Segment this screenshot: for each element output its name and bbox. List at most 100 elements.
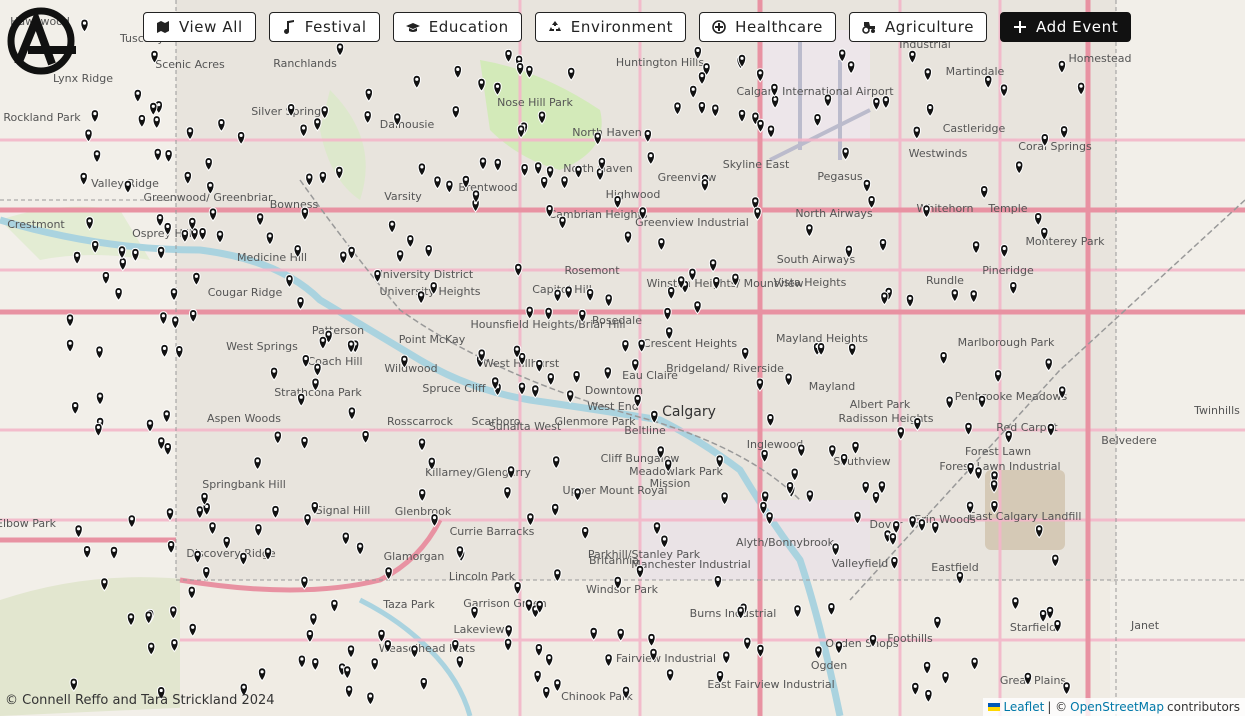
neighbourhood-label: Alyth/Bonnybrook — [736, 536, 835, 549]
add-event-label: Add Event — [1036, 18, 1119, 36]
neighbourhood-label: Monterey Park — [1025, 235, 1105, 248]
neighbourhood-label: Pineridge — [982, 264, 1034, 277]
neighbourhood-label: North Airways — [795, 207, 873, 220]
neighbourhood-label: Strathcona Park — [274, 386, 362, 399]
neighbourhood-label: Killarney/Glengarry — [425, 466, 531, 479]
neighbourhood-label: West End — [587, 400, 638, 413]
recycle-icon — [548, 21, 561, 31]
neighbourhood-label: West Springs — [226, 340, 298, 353]
education-button[interactable]: Education — [392, 12, 522, 42]
neighbourhood-label: Castleridge — [943, 122, 1006, 135]
neighbourhood-label: Burns Industrial — [690, 607, 777, 620]
neighbourhood-label: Meadowlark Park — [629, 465, 723, 478]
neighbourhood-label: Martindale — [946, 65, 1005, 78]
neighbourhood-label: Elbow Park — [0, 517, 57, 530]
neighbourhood-label: Rosedale — [592, 314, 642, 327]
ukraine-flag-icon — [988, 703, 1001, 711]
category-toolbar: View All Festival Education Environment … — [143, 12, 1132, 42]
neighbourhood-label: Glamorgan — [384, 550, 445, 563]
neighbourhood-label: Huntington Hills — [616, 56, 704, 69]
neighbourhood-label: Starfield — [1010, 621, 1056, 634]
neighbourhood-label: Crestmont — [7, 218, 65, 231]
map-attribution: Leaflet | © OpenStreetMap contributors — [983, 698, 1245, 716]
neighbourhood-label: South Airways — [777, 253, 856, 266]
neighbourhood-label: Bridgeland/ Riverside — [666, 362, 784, 375]
neighbourhood-label: Homestead — [1068, 52, 1131, 65]
plus-icon — [1014, 21, 1027, 33]
neighbourhood-label: Eastfield — [931, 561, 978, 574]
neighbourhood-label: Scenic Acres — [155, 58, 225, 71]
neighbourhood-label: Albert Park — [850, 398, 911, 411]
neighbourhood-label: Signal Hill — [316, 504, 371, 517]
neighbourhood-label: Crescent Heights — [643, 337, 737, 350]
environment-button[interactable]: Environment — [534, 12, 687, 42]
neighbourhood-label: Taza Park — [382, 598, 435, 611]
neighbourhood-label: Valleyfield — [832, 557, 889, 570]
neighbourhood-label: Janet — [1130, 619, 1160, 632]
site-logo[interactable] — [6, 6, 76, 76]
neighbourhood-label: Bowness — [270, 198, 319, 211]
contributors-text: contributors — [1167, 700, 1240, 714]
neighbourhood-label: Glenbrook — [395, 505, 452, 518]
music-note-icon — [283, 20, 294, 34]
neighbourhood-label: Greenview Industrial — [635, 216, 749, 229]
neighbourhood-label: Inglewood — [747, 438, 803, 451]
map[interactable]: HawkwoodScenic Acres Ranchlands Huntington… — [0, 0, 1245, 716]
neighbourhood-label: Nose Hill Park — [497, 96, 573, 109]
neighbourhood-label: Belvedere — [1101, 434, 1157, 447]
festival-label: Festival — [304, 18, 367, 36]
add-event-button[interactable]: Add Event — [1000, 12, 1132, 42]
neighbourhood-label: Varsity — [384, 190, 422, 203]
neighbourhood-label: Forest Lawn Industrial — [939, 460, 1060, 473]
leaflet-link[interactable]: Leaflet — [1003, 700, 1044, 714]
credit-text: © Connell Reffo and Tara Strickland 2024 — [5, 693, 275, 708]
attribution-separator: | © — [1047, 700, 1068, 714]
neighbourhood-label: Calgary International Airport — [736, 85, 894, 98]
neighbourhood-label: Wildwood — [384, 362, 437, 375]
graduation-cap-icon — [405, 23, 420, 32]
neighbourhood-label: Marlborough Park — [958, 336, 1055, 349]
osm-link[interactable]: OpenStreetMap — [1070, 700, 1164, 714]
neighbourhood-label: Cougar Ridge — [208, 286, 283, 299]
neighbourhood-label: Rundle — [926, 274, 964, 287]
neighbourhood-label: Eau Claire — [622, 369, 678, 382]
medical-icon — [712, 20, 726, 34]
view-all-button[interactable]: View All — [143, 12, 256, 42]
neighbourhood-label: Penbrooke Meadows — [955, 390, 1068, 403]
neighbourhood-label: Spruce Cliff — [422, 382, 486, 395]
neighbourhood-label: Forest Lawn — [965, 445, 1031, 458]
neighbourhood-label: Patterson — [312, 324, 364, 337]
neighbourhood-label: Weaselhead Flats — [379, 642, 476, 655]
neighbourhood-label: Point McKay — [399, 333, 466, 346]
city-label: Calgary — [662, 404, 716, 420]
neighbourhood-label: Currie Barracks — [450, 525, 535, 538]
neighbourhood-label: Great Plains — [1000, 674, 1067, 687]
neighbourhood-label: Lincoln Park — [449, 570, 516, 583]
neighbourhood-label: East Calgary Landfill — [969, 510, 1082, 523]
neighbourhood-label: North Haven — [572, 126, 642, 139]
festival-button[interactable]: Festival — [268, 12, 380, 42]
environment-label: Environment — [570, 18, 674, 36]
agriculture-button[interactable]: Agriculture — [848, 12, 988, 42]
neighbourhood-label: Mayland — [809, 380, 856, 393]
neighbourhood-label: Lakeview — [454, 623, 505, 636]
neighbourhood-label: Aspen Woods — [207, 412, 281, 425]
neighbourhood-label: Vista Heights — [774, 276, 847, 289]
neighbourhood-label: Temple — [987, 202, 1027, 215]
neighbourhood-label: Sunalta West — [489, 420, 562, 433]
neighbourhood-label: Pegasus — [817, 170, 862, 183]
healthcare-button[interactable]: Healthcare — [699, 12, 836, 42]
neighbourhood-label: Greenwood/ Greenbriar — [143, 191, 273, 204]
neighbourhood-label: Rosemont — [564, 264, 620, 277]
neighbourhood-label: Windsor Park — [586, 583, 659, 596]
neighbourhood-label: East Fairview Industrial — [707, 678, 834, 691]
neighbourhood-label: Twinhills — [1193, 404, 1240, 417]
neighbourhood-label: Skyline East — [723, 158, 790, 171]
neighbourhood-label: Glenmore Park — [554, 415, 636, 428]
tractor-icon — [862, 22, 875, 34]
neighbourhood-label: Rosscarrock — [387, 415, 454, 428]
neighbourhood-label: University District — [375, 268, 474, 281]
neighbourhood-label: Fairview Industrial — [616, 652, 716, 665]
neighbourhood-label: Rockland Park — [3, 111, 81, 124]
neighbourhood-label: Mission — [650, 477, 691, 490]
